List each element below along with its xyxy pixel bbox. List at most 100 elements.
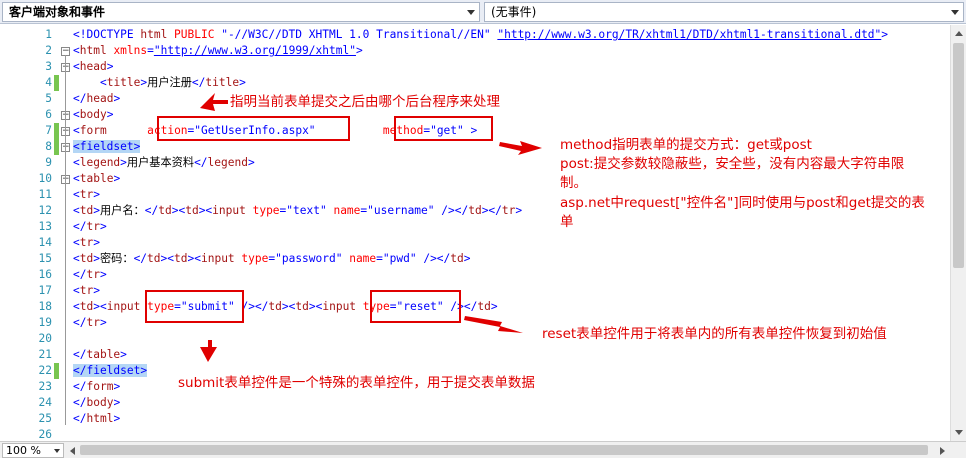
line-number: 10 xyxy=(38,172,52,185)
code-token: < xyxy=(73,204,80,217)
code-token: </ xyxy=(191,76,206,89)
code-line[interactable]: 17 <tr> xyxy=(0,283,950,299)
line-number: 21 xyxy=(38,348,52,361)
submit-highlight-box xyxy=(145,290,244,323)
code-token: ></ xyxy=(481,204,502,217)
line-number: 4 xyxy=(45,76,52,89)
line-number: 5 xyxy=(45,92,52,105)
code-token: >< xyxy=(198,204,213,217)
line-number: 12 xyxy=(38,204,52,217)
zoom-select[interactable]: 100 % xyxy=(2,443,64,458)
code-token: tr xyxy=(79,284,94,297)
code-text: </html> xyxy=(73,411,120,427)
change-indicator xyxy=(54,123,59,139)
code-text: <td>用户名：</td><td><input type="text" name… xyxy=(73,203,522,219)
code-line[interactable]: 26 xyxy=(0,427,950,441)
code-token: < xyxy=(73,172,80,185)
code-token: 用户名： xyxy=(99,204,145,217)
code-token: input xyxy=(212,204,246,217)
scroll-down-icon[interactable] xyxy=(955,430,963,435)
code-token: title xyxy=(106,76,141,89)
code-text: <title>用户注册</title> xyxy=(73,75,246,91)
code-token: > xyxy=(93,188,100,201)
code-line[interactable]: 10−<table> xyxy=(0,171,950,187)
scroll-left-icon[interactable] xyxy=(70,447,75,455)
code-token: 密码： xyxy=(99,252,134,265)
code-token: >< xyxy=(281,300,296,313)
code-token: td xyxy=(295,300,309,313)
code-token: 用户注册 xyxy=(147,76,192,89)
code-token: </ xyxy=(144,204,159,217)
line-number: 23 xyxy=(38,380,52,393)
code-line[interactable]: 14 <tr> xyxy=(0,235,950,251)
client-object-dropdown[interactable]: 客户端对象和事件 xyxy=(2,2,480,22)
code-line[interactable]: 21 </table> xyxy=(0,347,950,363)
code-token: </ xyxy=(133,252,148,265)
code-token: legend xyxy=(79,156,121,169)
line-number: 14 xyxy=(38,236,52,249)
line-number: 25 xyxy=(38,412,52,425)
code-line[interactable]: 24 </body> xyxy=(0,395,950,411)
code-token: < xyxy=(99,76,107,89)
method-annotation-line-4: asp.net中request["控件名"]同时使用与post和get提交的表 xyxy=(560,195,925,211)
code-line[interactable]: 4 <title>用户注册</title> xyxy=(0,75,950,91)
code-token: td xyxy=(450,252,464,265)
code-token: head xyxy=(86,92,114,105)
line-number: 19 xyxy=(38,316,52,329)
code-line[interactable]: 25 </html> xyxy=(0,411,950,427)
action-annotation: 指明当前表单提交之后由哪个后台程序来处理 xyxy=(230,94,500,110)
code-token: input xyxy=(200,252,235,265)
method-annotation-line-2: post:提交参数较隐蔽些，安全些，没有内容最大字符串限 xyxy=(560,156,905,172)
code-token: > xyxy=(99,220,107,233)
code-token: > xyxy=(93,252,100,265)
scrollbar-thumb[interactable] xyxy=(953,43,964,268)
code-token: tr xyxy=(86,268,100,281)
scroll-up-icon[interactable] xyxy=(955,31,963,36)
code-text: </form> xyxy=(73,379,120,395)
method-annotation-line-1: method指明表单的提交方式：get或post xyxy=(560,137,812,153)
code-line[interactable]: 13 </tr> xyxy=(0,219,950,235)
code-line[interactable]: 1 <!DOCTYPE html PUBLIC "-//W3C//DTD XHTM… xyxy=(0,27,950,43)
method-annotation-line-5: 单 xyxy=(560,214,574,230)
code-token: > xyxy=(113,92,121,105)
code-token: < xyxy=(73,284,80,297)
code-token: < xyxy=(73,300,80,313)
code-token: html xyxy=(140,28,168,41)
code-token: > xyxy=(881,28,889,41)
horizontal-scrollbar-thumb[interactable] xyxy=(80,445,928,455)
code-text: <body> xyxy=(73,107,113,123)
code-text: </head> xyxy=(73,91,120,107)
line-number: 22 xyxy=(38,364,52,377)
code-line[interactable]: 15 <td>密码：</td><td><input type="password"… xyxy=(0,251,950,267)
code-token: < xyxy=(73,60,80,73)
zoom-value: 100 % xyxy=(6,444,41,457)
code-token: < xyxy=(73,124,80,137)
code-text: <fieldset> xyxy=(73,139,141,155)
code-line[interactable]: 16 </tr> xyxy=(0,267,950,283)
line-number: 17 xyxy=(38,284,52,297)
client-object-dropdown-label: 客户端对象和事件 xyxy=(9,5,106,19)
scroll-right-icon[interactable] xyxy=(940,447,945,455)
code-token: "http://www.w3.org/1999/xhtml" xyxy=(153,44,356,57)
line-number: 9 xyxy=(45,156,52,169)
code-line[interactable]: 2− <html xmlns="http://www.w3.org/1999/xh… xyxy=(0,43,950,59)
line-number: 2 xyxy=(45,44,52,57)
code-token: type xyxy=(245,204,280,217)
code-line[interactable]: 18 <td><input type="submit" /></td><td><i… xyxy=(0,299,950,315)
code-token: td xyxy=(147,252,161,265)
code-token: body xyxy=(86,396,114,409)
code-token: <!DOCTYPE xyxy=(73,28,141,41)
code-token: "-//W3C//DTD XHTML 1.0 Transitional//EN" xyxy=(221,28,498,41)
event-dropdown[interactable]: (无事件) xyxy=(484,2,964,22)
code-token: </ xyxy=(73,268,87,281)
editor-toolbar: 客户端对象和事件 (无事件) xyxy=(0,0,966,24)
code-token: > xyxy=(247,156,255,169)
code-text: </body> xyxy=(73,395,120,411)
code-token: html xyxy=(79,44,107,57)
code-line[interactable]: 3−<head> xyxy=(0,59,950,75)
line-number: 6 xyxy=(45,108,52,121)
code-token: td xyxy=(477,300,491,313)
code-token: = xyxy=(147,44,154,57)
vertical-scrollbar[interactable] xyxy=(950,25,966,441)
code-token: td xyxy=(79,300,94,313)
